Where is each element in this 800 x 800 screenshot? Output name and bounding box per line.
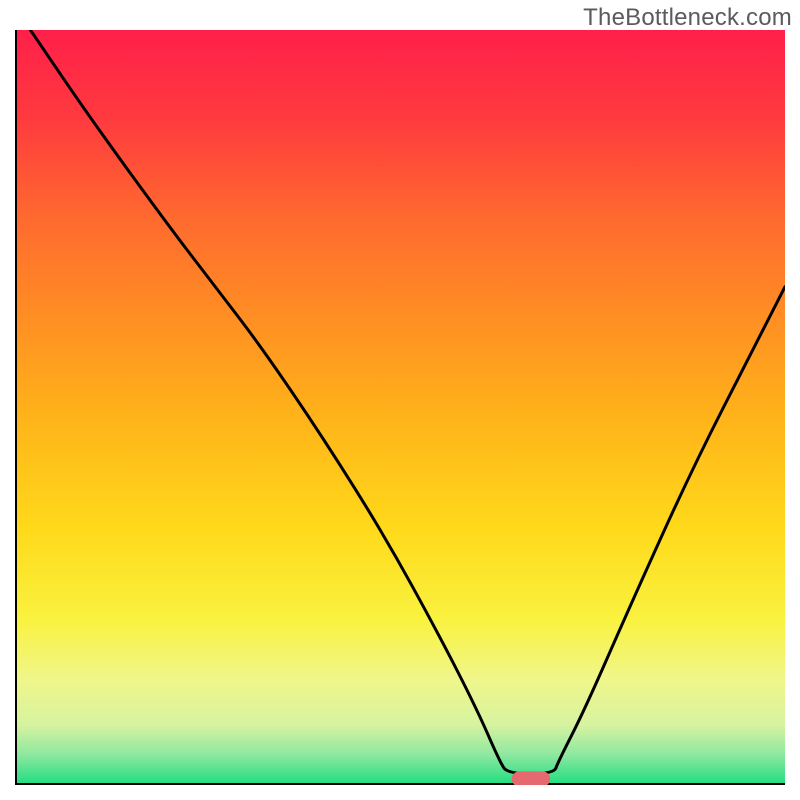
optimal-marker	[512, 771, 551, 785]
chart-canvas	[15, 30, 785, 785]
watermark-label: TheBottleneck.com	[583, 4, 792, 32]
chart-svg	[15, 30, 785, 785]
chart-frame: TheBottleneck.com	[0, 0, 800, 800]
chart-background	[15, 30, 785, 785]
